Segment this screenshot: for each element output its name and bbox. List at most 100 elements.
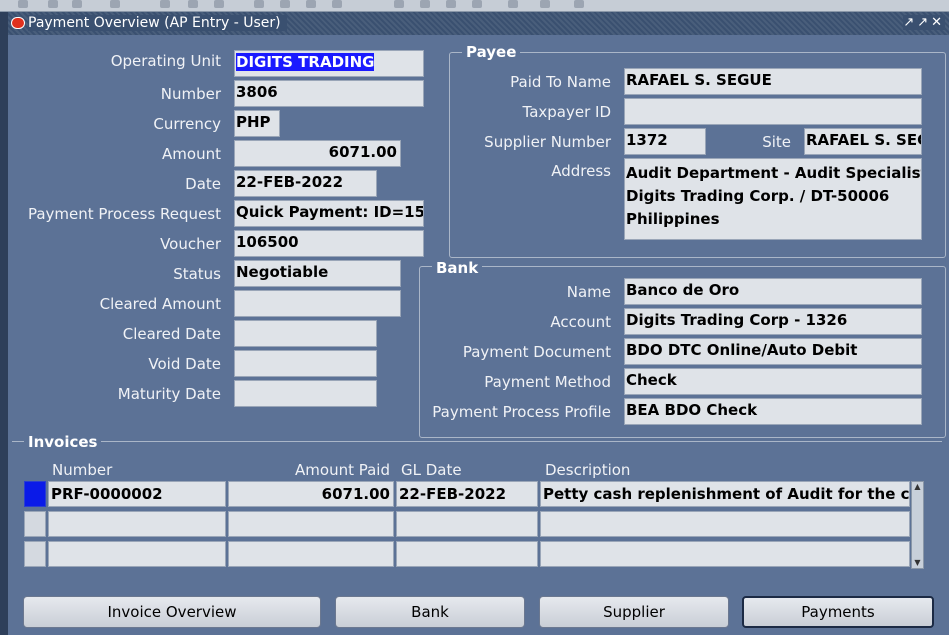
status-label: Status — [173, 265, 221, 283]
cleared-amount-field[interactable] — [234, 290, 401, 317]
row-selector[interactable] — [24, 511, 46, 537]
bank-name-field[interactable]: Banco de Oro — [624, 278, 922, 305]
void-date-field[interactable] — [234, 350, 377, 377]
invoices-title: Invoices — [24, 433, 102, 451]
cleared-date-field[interactable] — [234, 320, 377, 347]
address-line-2: Digits Trading Corp. / DT-50006 — [626, 187, 890, 205]
payment-overview-window: Operating Unit DIGITS TRADING Number 380… — [8, 35, 949, 635]
amount-paid-cell[interactable] — [228, 541, 394, 567]
currency-field[interactable]: PHP — [234, 110, 280, 137]
description-cell[interactable]: Petty cash replenishment of Audit for th… — [540, 481, 910, 507]
description-cell[interactable] — [540, 511, 910, 537]
paid-to-name-field[interactable]: RAFAEL S. SEGUE — [624, 68, 922, 95]
payments-button[interactable]: Payments — [742, 596, 934, 628]
maturity-date-label: Maturity Date — [117, 385, 221, 403]
cleared-amount-label: Cleared Amount — [99, 295, 221, 313]
bank-button[interactable]: Bank — [335, 596, 525, 628]
taxpayer-id-field[interactable] — [624, 98, 922, 125]
row-selector[interactable] — [24, 481, 46, 507]
taxpayer-id-label: Taxpayer ID — [522, 103, 611, 121]
address-label: Address — [551, 162, 611, 180]
toolbar-icon[interactable] — [332, 0, 342, 8]
scroll-down-icon[interactable]: ▼ — [913, 558, 922, 568]
scroll-up-icon[interactable]: ▲ — [913, 482, 922, 492]
number-field[interactable]: 3806 — [234, 80, 424, 107]
oracle-icon — [11, 17, 25, 29]
payment-process-profile-field[interactable]: BEA BDO Check — [624, 398, 922, 425]
site-label: Site — [762, 133, 791, 151]
toolbar-icon[interactable] — [472, 0, 482, 8]
amount-label: Amount — [162, 145, 221, 163]
bank-title: Bank — [432, 259, 483, 277]
toolbar-icon[interactable] — [394, 0, 404, 8]
operating-unit-field[interactable]: DIGITS TRADING — [234, 50, 424, 77]
toolbar-icon[interactable] — [188, 0, 198, 8]
invoice-overview-button[interactable]: Invoice Overview — [23, 596, 321, 628]
toolbar-icon[interactable] — [306, 0, 316, 8]
ppr-field[interactable]: Quick Payment: ID=1509 — [234, 200, 424, 227]
payment-document-field[interactable]: BDO DTC Online/Auto Debit — [624, 338, 922, 365]
invoice-number-cell[interactable] — [48, 541, 226, 567]
toolbar-icon[interactable] — [540, 0, 550, 8]
payment-method-field[interactable]: Check — [624, 368, 922, 395]
column-header-number: Number — [52, 461, 113, 479]
operating-unit-value: DIGITS TRADING — [236, 53, 375, 71]
toolbar-icon[interactable] — [574, 0, 584, 8]
toolbar-icon[interactable] — [160, 0, 170, 8]
row-selector[interactable] — [24, 541, 46, 567]
toolbar-icon[interactable] — [280, 0, 290, 8]
toolbar-icon[interactable] — [110, 0, 120, 8]
invoices-scrollbar[interactable]: ▲ ▼ — [911, 481, 924, 569]
account-label: Account — [550, 313, 611, 331]
description-cell[interactable] — [540, 541, 910, 567]
supplier-number-label: Supplier Number — [484, 133, 611, 151]
payment-method-label: Payment Method — [484, 373, 611, 391]
toolbar-icon[interactable] — [48, 0, 58, 8]
payee-title: Payee — [462, 43, 521, 61]
cleared-date-label: Cleared Date — [122, 325, 221, 343]
void-date-label: Void Date — [148, 355, 221, 373]
toolbar — [0, 0, 949, 12]
gl-date-cell[interactable] — [396, 541, 538, 567]
address-field[interactable]: Audit Department - Audit Specialist Digi… — [624, 158, 922, 240]
invoice-number-cell[interactable] — [48, 511, 226, 537]
bank-name-label: Name — [566, 283, 611, 301]
invoice-number-cell[interactable]: PRF-0000002 — [48, 481, 226, 507]
supplier-button[interactable]: Supplier — [539, 596, 729, 628]
column-header-description: Description — [545, 461, 631, 479]
date-label: Date — [185, 175, 221, 193]
maturity-date-field[interactable] — [234, 380, 377, 407]
voucher-field[interactable]: 106500 — [234, 230, 424, 257]
toolbar-icon[interactable] — [72, 0, 82, 8]
toolbar-icon[interactable] — [18, 0, 28, 8]
amount-field[interactable]: 6071.00 — [234, 140, 401, 167]
amount-paid-cell[interactable] — [228, 511, 394, 537]
toolbar-icon[interactable] — [420, 0, 430, 8]
supplier-number-field[interactable]: 1372 — [624, 128, 706, 155]
toolbar-icon[interactable] — [508, 0, 518, 8]
column-header-gl-date: GL Date — [401, 461, 462, 479]
column-header-amount-paid: Amount Paid — [295, 461, 390, 479]
paid-to-name-label: Paid To Name — [510, 73, 611, 91]
address-line-3: Philippines — [626, 210, 720, 228]
status-field[interactable]: Negotiable — [234, 260, 401, 287]
number-label: Number — [160, 85, 221, 103]
gl-date-cell[interactable] — [396, 511, 538, 537]
toolbar-icon[interactable] — [214, 0, 224, 8]
address-line-1: Audit Department - Audit Specialist — [626, 164, 922, 182]
site-field[interactable]: RAFAEL S. SEGUE — [804, 128, 922, 155]
account-field[interactable]: Digits Trading Corp - 1326 — [624, 308, 922, 335]
ppr-label: Payment Process Request — [27, 205, 221, 223]
window-controls[interactable]: ↗↗✕ — [903, 15, 945, 30]
date-field[interactable]: 22-FEB-2022 — [234, 170, 377, 197]
window-titlebar[interactable]: Payment Overview (AP Entry - User) ↗↗✕ — [8, 12, 949, 35]
toolbar-icon[interactable] — [254, 0, 264, 8]
payment-process-profile-label: Payment Process Profile — [432, 403, 611, 421]
invoices-divider — [12, 441, 942, 442]
operating-unit-label: Operating Unit — [110, 52, 221, 70]
payment-document-label: Payment Document — [462, 343, 611, 361]
amount-paid-cell[interactable]: 6071.00 — [228, 481, 394, 507]
gl-date-cell[interactable]: 22-FEB-2022 — [396, 481, 538, 507]
toolbar-icon[interactable] — [446, 0, 456, 8]
window-left-edge — [0, 12, 8, 635]
